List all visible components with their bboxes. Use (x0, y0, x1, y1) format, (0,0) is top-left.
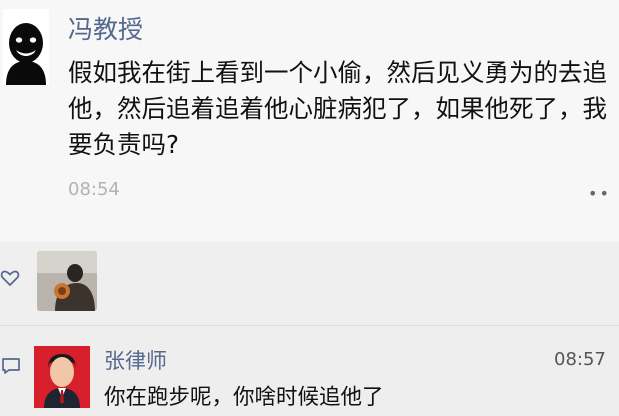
comment-author-name[interactable]: 张律师 (104, 345, 167, 375)
post-text: 假如我在街上看到一个小偷，然后见义勇为的去追他，然后追着追着他心脏病犯了，如果他… (68, 58, 607, 159)
user-photo-icon (37, 251, 97, 311)
post-timestamp: 08:54 (68, 179, 120, 200)
avatar-zhang[interactable] (34, 346, 90, 408)
person-silhouette-icon (3, 9, 49, 85)
comment-text: 你在跑步呢，你啥时候追他了 (104, 385, 384, 410)
like-user-avatar[interactable] (37, 251, 97, 311)
comment-timestamp: 08:57 (554, 349, 606, 370)
avatar-feng[interactable] (3, 9, 49, 85)
more-options-button[interactable]: •• (588, 184, 611, 203)
comment-icon (2, 358, 20, 374)
post-author-name[interactable]: 冯教授 (68, 10, 143, 46)
id-photo-icon (34, 346, 90, 408)
heart-icon (0, 270, 20, 287)
